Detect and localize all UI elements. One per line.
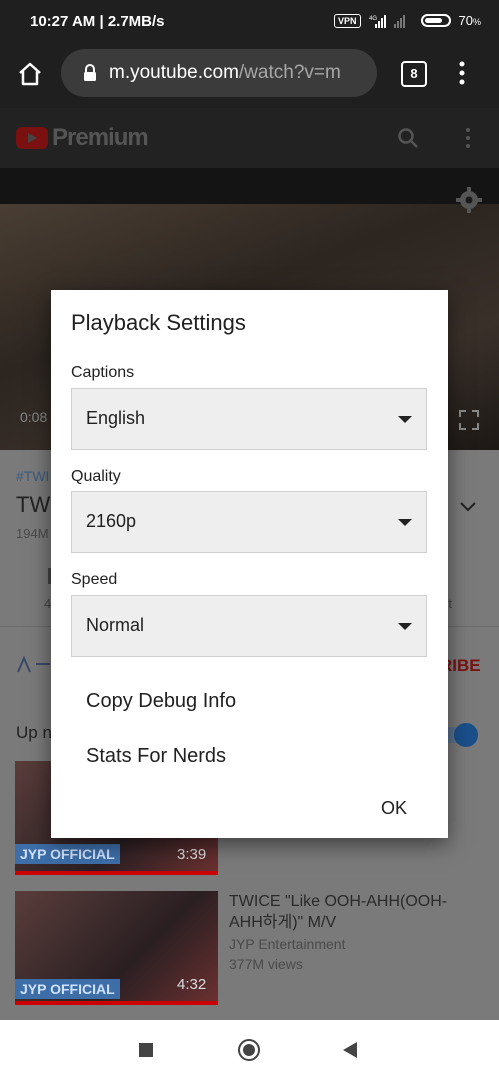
status-bar: 10:27 AM | 2.7MB/s VPN 4G 70% — [0, 0, 499, 44]
yt-subbar — [0, 168, 499, 204]
video-views: 194M — [16, 526, 49, 541]
quality-label: Quality — [71, 468, 121, 485]
speed-select[interactable]: Normal — [71, 595, 427, 657]
tab-switcher-button[interactable]: 8 — [401, 61, 427, 87]
battery-level: 70% — [458, 13, 481, 28]
search-icon[interactable] — [397, 127, 419, 149]
video-duration: 3:39 — [177, 846, 207, 863]
signal-icon: 4G — [369, 14, 405, 28]
fullscreen-icon[interactable] — [459, 410, 479, 430]
dropdown-arrow-icon — [398, 416, 412, 423]
home-nav-icon[interactable] — [238, 1039, 260, 1061]
recents-icon[interactable] — [139, 1043, 153, 1057]
home-icon[interactable] — [17, 61, 43, 87]
browser-toolbar: m.youtube.com/watch?v=m 8 — [0, 44, 499, 108]
copy-debug-info-button[interactable]: Copy Debug Info — [86, 690, 236, 713]
captions-label: Captions — [71, 364, 135, 381]
dropdown-arrow-icon — [398, 623, 412, 630]
system-nav-bar — [0, 1020, 499, 1080]
back-icon[interactable] — [343, 1042, 357, 1058]
quality-value: 2160p — [86, 511, 137, 531]
video-time: 0:08 — [20, 409, 48, 425]
stats-for-nerds-button[interactable]: Stats For Nerds — [86, 745, 226, 768]
youtube-logo-icon[interactable] — [16, 127, 48, 149]
watched-progress-bar — [15, 871, 218, 875]
more-options-icon[interactable] — [458, 61, 466, 85]
lock-icon — [84, 64, 96, 81]
svg-text:4G: 4G — [369, 16, 377, 22]
video-item-title[interactable]: TWICE "Like OOH-AHH(OOH-AHH하게)" M/V — [229, 891, 479, 933]
address-bar[interactable]: m.youtube.com/watch?v=m — [61, 49, 377, 97]
speed-label: Speed — [71, 571, 118, 588]
yt-more-icon[interactable] — [465, 127, 471, 149]
captions-select[interactable]: English — [71, 388, 427, 450]
url-path: /watch?v=m — [238, 62, 341, 83]
up-next-label: Up n — [16, 723, 52, 742]
video-item-channel: JYP Entertainment — [229, 936, 346, 952]
video-duration: 4:32 — [177, 976, 207, 993]
playback-settings-dialog: Playback Settings Captions English Quali… — [51, 290, 448, 838]
watched-progress-bar — [15, 1001, 218, 1005]
premium-brand: Premium — [52, 124, 149, 151]
ok-button[interactable]: OK — [381, 798, 407, 819]
channel-badge: JYP OFFICIAL — [15, 979, 120, 999]
youtube-header: Premium — [0, 108, 499, 168]
status-time: 10:27 AM | 2.7MB/s — [30, 13, 165, 30]
channel-badge: JYP OFFICIAL — [15, 844, 120, 864]
vpn-badge: VPN — [334, 13, 361, 28]
quality-select[interactable]: 2160p — [71, 491, 427, 553]
expand-chevron-icon[interactable] — [460, 502, 476, 512]
settings-gear-icon[interactable] — [456, 187, 482, 213]
dialog-title: Playback Settings — [71, 310, 246, 335]
url-host: m.youtube.com — [109, 62, 239, 83]
battery-icon — [420, 14, 451, 27]
captions-value: English — [86, 408, 146, 428]
channel-avatar-icon[interactable] — [16, 654, 52, 674]
video-hashtag[interactable]: #TWI — [16, 468, 49, 484]
speed-value: Normal — [86, 615, 145, 635]
video-title: TW — [16, 492, 51, 517]
dropdown-arrow-icon — [398, 519, 412, 526]
video-item-views: 377M views — [229, 956, 303, 972]
